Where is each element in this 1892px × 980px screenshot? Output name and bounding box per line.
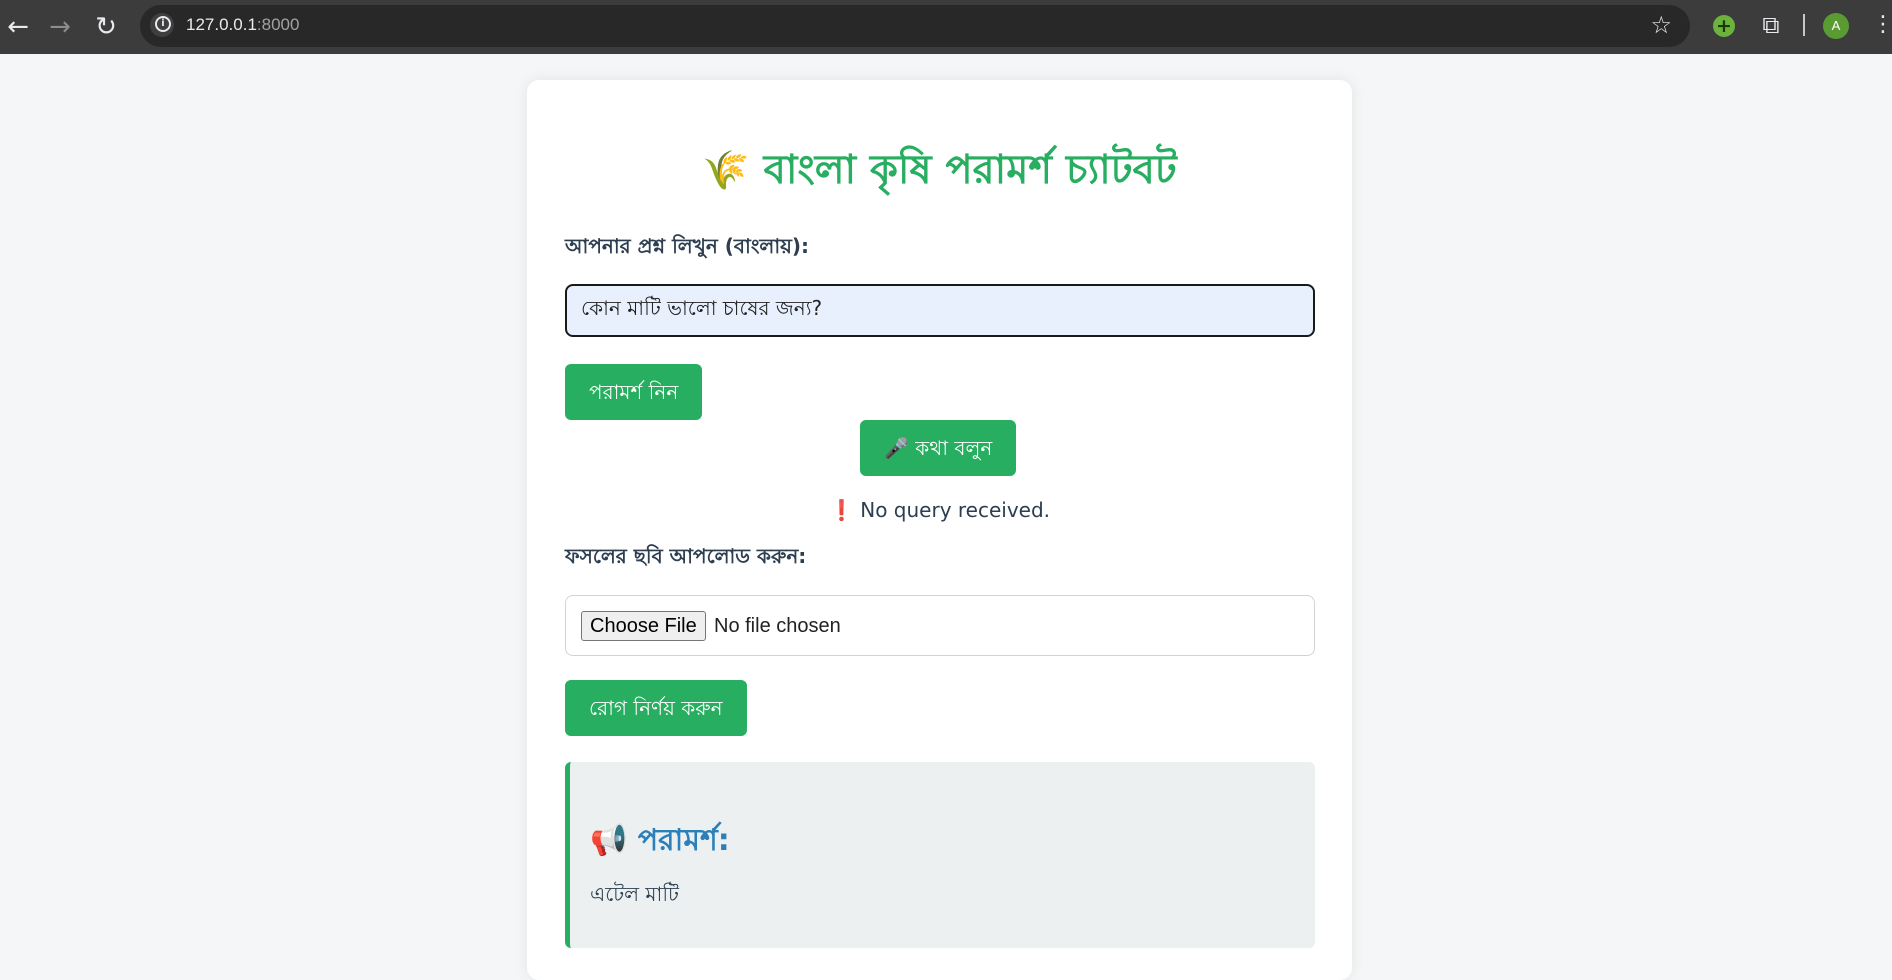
url-text[interactable]: 127.0.0.1:8000 <box>186 15 299 35</box>
result-heading-text: পরামর্শ: <box>637 823 730 858</box>
rice-sheaf-icon: 🌾 <box>702 148 750 192</box>
get-advice-button[interactable]: পরামর্শ নিন <box>565 364 703 420</box>
toolbar-divider <box>1803 14 1805 36</box>
no-file-chosen-text: No file chosen <box>714 615 841 637</box>
url-port: :8000 <box>256 15 300 34</box>
extension-icon[interactable]: + <box>1713 15 1735 37</box>
page-title: 🌾 বাংলা কৃষি পরামর্শ চ্যাটবট <box>527 138 1352 205</box>
status-text: No query received. <box>860 498 1051 522</box>
reload-icon[interactable]: ↻ <box>88 9 124 45</box>
question-label: আপনার প্রশ্ন লিখুন (বাংলায়): <box>565 234 810 258</box>
exclamation-icon: ❗ <box>828 498 854 522</box>
extensions-puzzle-icon[interactable]: ⧉ <box>1756 10 1786 40</box>
bookmark-star-icon[interactable]: ☆ <box>1650 11 1672 39</box>
result-heading: 📢 পরামর্শ: <box>590 816 730 867</box>
page-title-text: বাংলা কৃষি পরামর্শ চ্যাটবট <box>763 147 1177 193</box>
upload-label: ফসলের ছবি আপলোড করুন: <box>565 544 807 568</box>
result-text: এটেল মাটি <box>590 882 679 906</box>
speak-button-label: কথা বলুন <box>915 436 993 460</box>
back-arrow-icon[interactable]: ← <box>0 9 36 45</box>
megaphone-icon: 📢 <box>590 823 628 858</box>
microphone-icon: 🎤 <box>884 436 909 460</box>
status-message: ❗ No query received. <box>527 498 1352 522</box>
forward-arrow-icon[interactable]: → <box>42 9 78 45</box>
site-info-icon[interactable]: i <box>150 13 174 37</box>
file-upload-field[interactable]: Choose File No file chosen <box>565 595 1315 656</box>
profile-avatar[interactable]: A <box>1823 13 1849 39</box>
address-bar[interactable]: i 127.0.0.1:8000 ☆ <box>140 5 1690 47</box>
speak-button[interactable]: 🎤 কথা বলুন <box>860 420 1017 476</box>
choose-file-button[interactable]: Choose File <box>581 611 706 641</box>
browser-menu-icon[interactable]: ⋮ <box>1872 14 1892 36</box>
browser-toolbar: ← → ↻ i 127.0.0.1:8000 ☆ + ⧉ A ⋮ <box>0 0 1892 54</box>
url-host: 127.0.0.1 <box>186 15 257 34</box>
diagnose-disease-button[interactable]: রোগ নির্ণয় করুন <box>565 680 747 736</box>
chatbot-card: 🌾 বাংলা কৃষি পরামর্শ চ্যাটবট আপনার প্রশ্… <box>527 80 1352 980</box>
question-input[interactable] <box>565 284 1315 337</box>
advice-result-box: 📢 পরামর্শ: এটেল মাটি <box>565 762 1315 948</box>
